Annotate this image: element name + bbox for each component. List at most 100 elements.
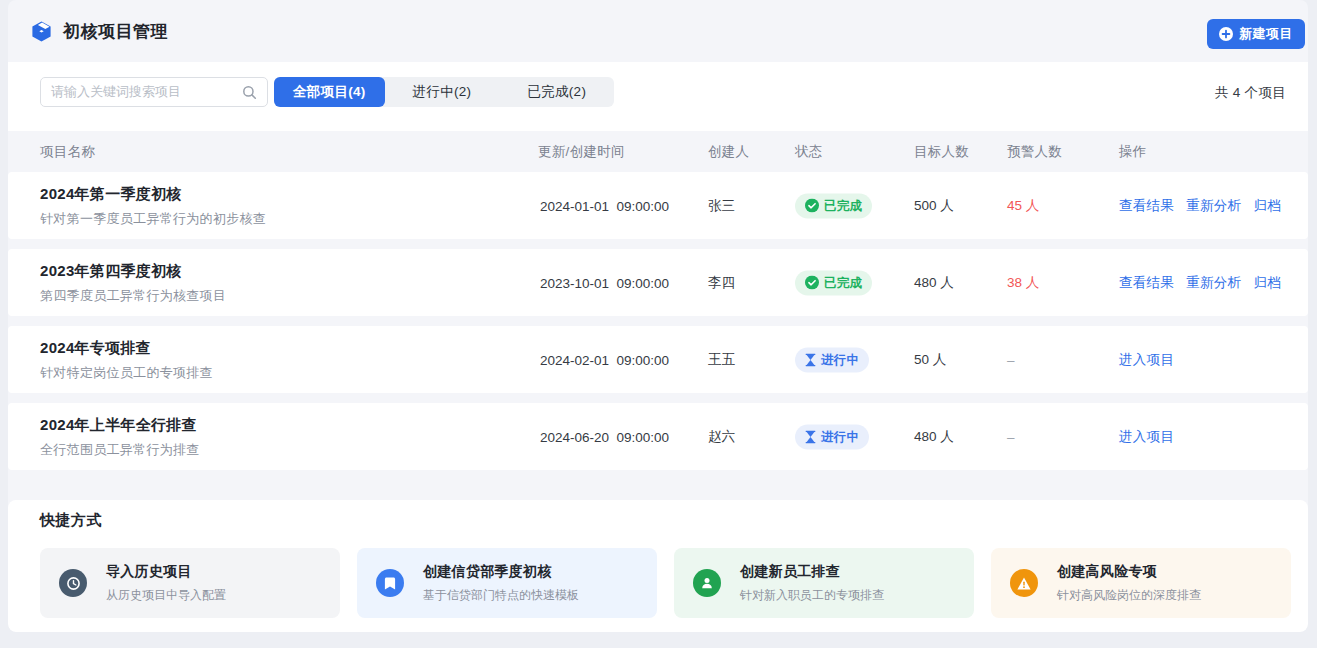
archive-link[interactable]: 归档 (1253, 197, 1281, 215)
status-badge: 进行中 (795, 347, 869, 372)
target-count-cell: 500 人 (914, 197, 954, 215)
status-label: 进行中 (821, 428, 859, 445)
shortcut-description: 从历史项目中导入配置 (106, 587, 226, 604)
operations-cell: 查看结果 重新分析 归档 (1119, 274, 1281, 292)
table-row: 2024年第一季度初核 针对第一季度员工异常行为的初步核查 2024-01-01… (8, 172, 1308, 239)
time-cell: 2024-01-01 09:00:00 (540, 198, 669, 213)
shortcut-description: 针对新入职员工的专项排查 (740, 587, 884, 604)
history-icon (59, 569, 87, 597)
target-count-cell: 480 人 (914, 274, 954, 292)
operations-cell: 查看结果 重新分析 归档 (1119, 197, 1281, 215)
column-status: 状态 (795, 143, 823, 161)
project-name-cell: 2024年第一季度初核 针对第一季度员工异常行为的初步核查 (40, 184, 266, 227)
column-time: 更新/创建时间 (538, 143, 625, 161)
shortcut-title: 创建高风险专项 (1057, 563, 1201, 581)
table-row: 2024年专项排查 针对特定岗位员工的专项排查 2024-02-01 09:00… (8, 326, 1308, 393)
shortcuts-panel: 快捷方式 导入历史项目 从历史项目中导入配置 (8, 500, 1308, 632)
target-count-cell: 50 人 (914, 351, 946, 369)
operations-cell: 进入项目 (1119, 428, 1174, 446)
project-title: 2024年第一季度初核 (40, 184, 266, 203)
user-icon (693, 569, 721, 597)
reanalyze-link[interactable]: 重新分析 (1186, 197, 1241, 215)
view-results-link[interactable]: 查看结果 (1119, 274, 1174, 292)
shortcut-import-history[interactable]: 导入历史项目 从历史项目中导入配置 (40, 548, 340, 618)
new-project-label: 新建项目 (1239, 25, 1293, 43)
filter-tabs: 全部项目(4) 进行中(2) 已完成(2) (274, 77, 614, 107)
shortcut-description: 针对高风险岗位的深度排查 (1057, 587, 1201, 604)
bookmark-icon (376, 569, 404, 597)
project-name-cell: 2024年专项排查 针对特定岗位员工的专项排查 (40, 338, 213, 381)
creator-cell: 赵六 (708, 428, 735, 446)
warning-count-cell: 38 人 (1007, 274, 1039, 292)
main-card: 初核项目管理 新建项目 请输入关键词搜索项目 全部项目(4) 进行中(2) 已完… (8, 0, 1308, 632)
status-cell: 已完成 (795, 193, 872, 218)
project-management-page: 初核项目管理 新建项目 请输入关键词搜索项目 全部项目(4) 进行中(2) 已完… (0, 0, 1317, 648)
project-description: 第四季度员工异常行为核查项目 (40, 286, 226, 304)
shortcut-title: 导入历史项目 (106, 563, 226, 581)
warning-count-cell: 45 人 (1007, 197, 1039, 215)
warning-count-cell: – (1007, 429, 1015, 444)
status-label: 已完成 (824, 197, 862, 214)
time-cell: 2023-10-01 09:00:00 (540, 275, 669, 290)
operations-cell: 进入项目 (1119, 351, 1174, 369)
creator-cell: 张三 (708, 197, 735, 215)
column-target-count: 目标人数 (914, 143, 969, 161)
status-label: 已完成 (824, 274, 862, 291)
status-badge: 已完成 (795, 270, 872, 295)
status-badge: 已完成 (795, 193, 872, 218)
tab-completed[interactable]: 已完成(2) (499, 77, 614, 107)
search-icon (242, 85, 257, 100)
enter-project-link[interactable]: 进入项目 (1119, 351, 1174, 369)
column-warning-count: 预警人数 (1007, 143, 1062, 161)
project-description: 针对第一季度员工异常行为的初步核查 (40, 209, 266, 227)
table-row: 2023年第四季度初核 第四季度员工异常行为核查项目 2023-10-01 09… (8, 249, 1308, 316)
table-header: 项目名称 更新/创建时间 创建人 状态 目标人数 预警人数 操作 (8, 131, 1308, 172)
project-description: 全行范围员工异常行为排查 (40, 440, 200, 458)
project-title: 2023年第四季度初核 (40, 261, 226, 280)
column-operations: 操作 (1119, 143, 1147, 161)
new-project-button[interactable]: 新建项目 (1207, 19, 1305, 49)
project-name-cell: 2024年上半年全行排查 全行范围员工异常行为排查 (40, 415, 200, 458)
enter-project-link[interactable]: 进入项目 (1119, 428, 1174, 446)
status-label: 进行中 (821, 351, 859, 368)
shortcut-high-risk[interactable]: 创建高风险专项 针对高风险岗位的深度排查 (991, 548, 1291, 618)
shortcut-description: 基于信贷部门特点的快速模板 (423, 587, 579, 604)
warning-icon (1010, 569, 1038, 597)
project-name-cell: 2023年第四季度初核 第四季度员工异常行为核查项目 (40, 261, 226, 304)
reanalyze-link[interactable]: 重新分析 (1186, 274, 1241, 292)
page-header: 初核项目管理 (30, 20, 168, 43)
time-cell: 2024-06-20 09:00:00 (540, 429, 669, 444)
table-row: 2024年上半年全行排查 全行范围员工异常行为排查 2024-06-20 09:… (8, 403, 1308, 470)
warning-count-cell: – (1007, 352, 1015, 367)
total-count-label: 共 4 个项目 (1215, 62, 1286, 124)
target-count-cell: 480 人 (914, 428, 954, 446)
shortcut-credit-dept[interactable]: 创建信贷部季度初核 基于信贷部门特点的快速模板 (357, 548, 657, 618)
hourglass-icon (805, 353, 816, 366)
page-title: 初核项目管理 (63, 20, 168, 43)
search-input[interactable]: 请输入关键词搜索项目 (40, 77, 268, 107)
status-cell: 进行中 (795, 424, 869, 449)
status-cell: 进行中 (795, 347, 869, 372)
plus-icon (1219, 27, 1233, 41)
search-placeholder: 请输入关键词搜索项目 (51, 83, 181, 101)
creator-cell: 王五 (708, 351, 735, 369)
status-badge: 进行中 (795, 424, 869, 449)
column-project-name: 项目名称 (40, 143, 95, 161)
creator-cell: 李四 (708, 274, 735, 292)
shortcuts-title: 快捷方式 (40, 511, 102, 530)
project-title: 2024年专项排查 (40, 338, 213, 357)
shortcut-title: 创建信贷部季度初核 (423, 563, 579, 581)
project-title: 2024年上半年全行排查 (40, 415, 200, 434)
archive-link[interactable]: 归档 (1253, 274, 1281, 292)
shortcut-new-employee[interactable]: 创建新员工排查 针对新入职员工的专项排查 (674, 548, 974, 618)
shortcut-title: 创建新员工排查 (740, 563, 884, 581)
tab-in-progress[interactable]: 进行中(2) (385, 77, 500, 107)
column-creator: 创建人 (708, 143, 749, 161)
cube-icon (30, 20, 53, 43)
hourglass-icon (805, 430, 816, 443)
time-cell: 2024-02-01 09:00:00 (540, 352, 669, 367)
view-results-link[interactable]: 查看结果 (1119, 197, 1174, 215)
check-circle-icon (805, 276, 819, 290)
tab-all-projects[interactable]: 全部项目(4) (274, 77, 385, 107)
status-cell: 已完成 (795, 270, 872, 295)
